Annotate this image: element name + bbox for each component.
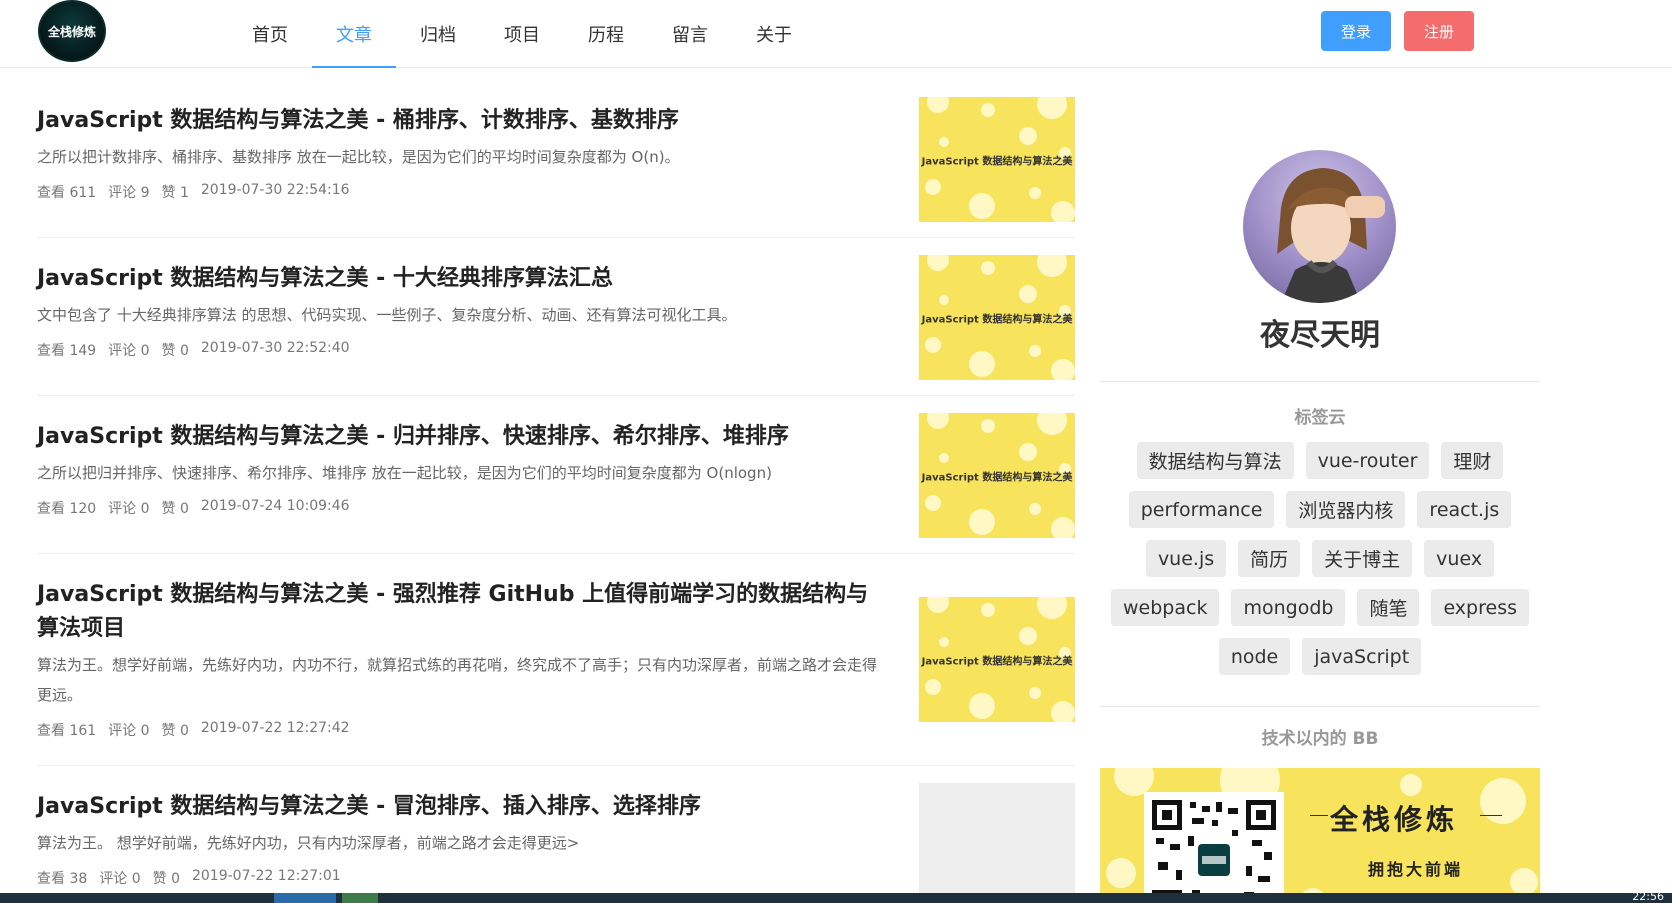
tag[interactable]: vue.js: [1145, 540, 1227, 577]
article-thumbnail[interactable]: JavaScript 数据结构与算法之美: [919, 413, 1075, 538]
promo-subtitle: 拥抱大前端: [1368, 860, 1464, 879]
like-count: 赞 0: [161, 723, 189, 739]
article-thumbnail[interactable]: JavaScript 数据结构与算法之美: [919, 255, 1075, 380]
tag-cloud: 数据结构与算法 vue-router 理财 performance 浏览器内核 …: [1100, 442, 1540, 687]
view-count: 查看 149: [37, 343, 97, 359]
article-item[interactable]: JavaScript 数据结构与算法之美 - 强烈推荐 GitHub 上值得前端…: [37, 554, 1075, 766]
article-item[interactable]: JavaScript 数据结构与算法之美 - 归并排序、快速排序、希尔排序、堆排…: [37, 396, 1075, 554]
article-desc: 之所以把归并排序、快速排序、希尔排序、堆排序 放在一起比较，是因为它们的平均时间…: [37, 464, 772, 482]
tag[interactable]: react.js: [1417, 491, 1512, 528]
tag-row: 数据结构与算法 vue-router 理财: [1100, 442, 1540, 479]
promo-title: 全栈修炼: [1330, 803, 1459, 836]
article-desc: 算法为王。 想学好前端，先练好内功，只有内功深厚者，前端之路才会走得更远>: [37, 834, 580, 852]
article-thumbnail[interactable]: JavaScript 数据结构与算法之美: [919, 597, 1075, 722]
article-title[interactable]: JavaScript 数据结构与算法之美 - 冒泡排序、插入排序、选择排序: [37, 790, 882, 824]
publish-date: 2019-07-24 10:09:46: [200, 498, 350, 514]
tag-row: performance 浏览器内核 react.js: [1100, 491, 1540, 528]
tag[interactable]: 关于博主: [1312, 540, 1413, 577]
publish-date: 2019-07-22 12:27:01: [191, 868, 341, 884]
article-title[interactable]: JavaScript 数据结构与算法之美 - 桶排序、计数排序、基数排序: [37, 104, 882, 138]
login-button[interactable]: 登录: [1321, 11, 1391, 51]
tag[interactable]: 理财: [1441, 442, 1504, 479]
qr-code-icon: [1152, 800, 1276, 903]
article-thumbnail[interactable]: JavaScript 数据结构与算法之美: [919, 97, 1075, 222]
tag[interactable]: 数据结构与算法: [1136, 442, 1294, 479]
site-header: 全栈修炼 首页 文章 归档 项目 历程 留言 关于 登录 注册: [0, 0, 1672, 68]
comment-count: 评论 9: [108, 185, 150, 201]
article-list: JavaScript 数据结构与算法之美 - 桶排序、计数排序、基数排序 之所以…: [37, 80, 1075, 903]
nav-home[interactable]: 首页: [228, 0, 312, 68]
tag-row: webpack mongodb 随笔 express: [1100, 589, 1540, 626]
like-count: 赞 1: [161, 185, 189, 201]
tag-row: node javaScript: [1100, 638, 1540, 675]
tag[interactable]: 简历: [1238, 540, 1301, 577]
nav-articles[interactable]: 文章: [312, 0, 396, 68]
avatar-illustration: [1277, 168, 1385, 303]
comment-count: 评论 0: [108, 343, 150, 359]
qr-code: [1144, 792, 1284, 903]
nav-projects[interactable]: 项目: [480, 0, 564, 68]
tag[interactable]: 随笔: [1357, 589, 1420, 626]
article-item[interactable]: JavaScript 数据结构与算法之美 - 桶排序、计数排序、基数排序 之所以…: [37, 80, 1075, 238]
site-logo[interactable]: 全栈修炼: [38, 0, 106, 62]
nav-archive[interactable]: 归档: [396, 0, 480, 68]
comment-count: 评论 0: [108, 501, 150, 517]
tag[interactable]: vuex: [1424, 540, 1495, 577]
comment-count: 评论 0: [99, 871, 141, 887]
like-count: 赞 0: [152, 871, 180, 887]
article-desc: 之所以把计数排序、桶排序、基数排序 放在一起比较，是因为它们的平均时间复杂度都为…: [37, 148, 680, 166]
article-title[interactable]: JavaScript 数据结构与算法之美 - 归并排序、快速排序、希尔排序、堆排…: [37, 420, 882, 454]
author-avatar: [1243, 150, 1396, 303]
view-count: 查看 120: [37, 501, 97, 517]
author-name: 夜尽天明: [1260, 318, 1380, 353]
article-thumbnail-placeholder[interactable]: [919, 783, 1075, 903]
publish-date: 2019-07-30 22:52:40: [200, 340, 350, 356]
article-desc: 算法为王。想学好前端，先练好内功，内功不行，就算招式练的再花哨，终究成不了高手；…: [37, 656, 878, 704]
os-taskbar: 22:56: [0, 890, 1672, 903]
thumbnail-label: JavaScript 数据结构与算法之美: [921, 314, 1073, 325]
like-count: 赞 0: [161, 343, 189, 359]
register-button[interactable]: 注册: [1404, 11, 1474, 51]
nav-timeline[interactable]: 历程: [564, 0, 648, 68]
comment-count: 评论 0: [108, 723, 150, 739]
view-count: 查看 611: [37, 185, 97, 201]
article-item[interactable]: JavaScript 数据结构与算法之美 - 冒泡排序、插入排序、选择排序 算法…: [37, 766, 1075, 903]
promo-decor-line: [1480, 815, 1502, 816]
publish-date: 2019-07-22 12:27:42: [200, 720, 350, 736]
divider: [1100, 381, 1540, 382]
view-count: 查看 38: [37, 871, 88, 887]
article-item[interactable]: JavaScript 数据结构与算法之美 - 十大经典排序算法汇总 文中包含了 …: [37, 238, 1075, 396]
promo-decor-line: [1310, 815, 1328, 816]
taskbar-app-browser[interactable]: [274, 893, 336, 903]
nav-messages[interactable]: 留言: [648, 0, 732, 68]
tag[interactable]: vue-router: [1305, 442, 1430, 479]
tag[interactable]: webpack: [1111, 589, 1220, 626]
nav-about[interactable]: 关于: [732, 0, 816, 68]
main-nav: 首页 文章 归档 项目 历程 留言 关于: [228, 0, 816, 68]
article-desc: 文中包含了 十大经典排序算法 的思想、代码实现、一些例子、复杂度分析、动画、还有…: [37, 306, 737, 324]
tag[interactable]: mongodb: [1231, 589, 1346, 626]
logo-text: 全栈修炼: [47, 24, 96, 39]
tag[interactable]: node: [1218, 638, 1291, 675]
tag-cloud-title: 标签云: [1294, 408, 1346, 428]
article-title[interactable]: JavaScript 数据结构与算法之美 - 强烈推荐 GitHub 上值得前端…: [37, 578, 882, 646]
view-count: 查看 161: [37, 723, 97, 739]
thumbnail-label: JavaScript 数据结构与算法之美: [921, 156, 1073, 167]
tag[interactable]: express: [1431, 589, 1529, 626]
article-meta: 查看 161 评论 0 赞 0 2019-07-22 12:27:42: [37, 720, 1075, 740]
tag[interactable]: performance: [1128, 491, 1275, 528]
article-title[interactable]: JavaScript 数据结构与算法之美 - 十大经典排序算法汇总: [37, 262, 882, 296]
taskbar-app[interactable]: [342, 893, 378, 903]
publish-date: 2019-07-30 22:54:16: [200, 182, 350, 198]
taskbar-clock: 22:56: [1632, 890, 1664, 903]
thumbnail-label: JavaScript 数据结构与算法之美: [921, 472, 1073, 483]
thumbnail-label: JavaScript 数据结构与算法之美: [921, 656, 1073, 667]
promo-banner[interactable]: 全栈修炼 拥抱大前端: [1100, 768, 1540, 903]
divider: [1100, 706, 1540, 707]
like-count: 赞 0: [161, 501, 189, 517]
tag[interactable]: javaScript: [1302, 638, 1422, 675]
tag[interactable]: 浏览器内核: [1286, 491, 1406, 528]
tag-row: vue.js 简历 关于博主 vuex: [1100, 540, 1540, 577]
bb-section-title: 技术以内的 BB: [1261, 729, 1379, 749]
